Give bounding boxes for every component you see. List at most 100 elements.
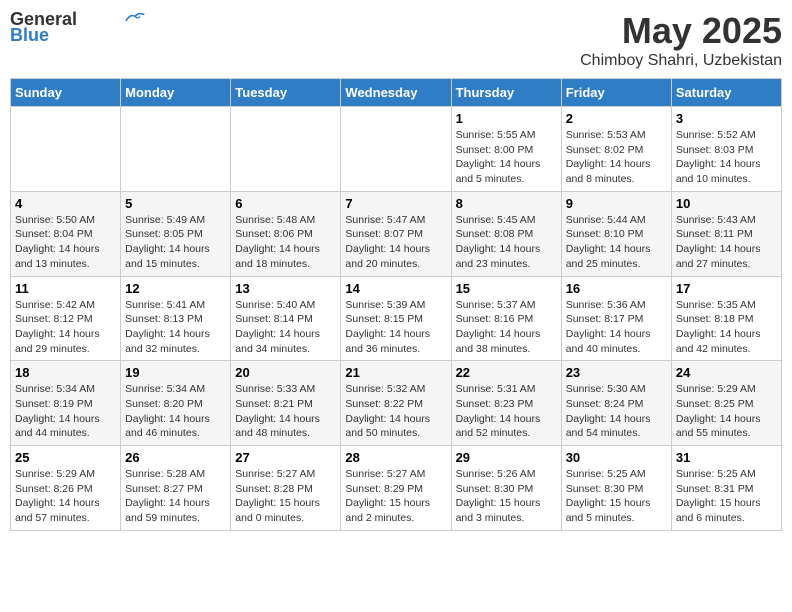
day-number: 13 — [235, 281, 336, 296]
day-info: Sunrise: 5:34 AMSunset: 8:19 PMDaylight:… — [15, 382, 116, 441]
calendar-cell: 25 Sunrise: 5:29 AMSunset: 8:26 PMDayligh… — [11, 446, 121, 531]
day-info: Sunrise: 5:45 AMSunset: 8:08 PMDaylight:… — [456, 213, 557, 272]
calendar-week-row: 1Sunrise: 5:55 AMSunset: 8:00 PMDaylight… — [11, 107, 782, 192]
day-number: 31 — [676, 450, 777, 465]
day-number: 10 — [676, 196, 777, 211]
calendar-subtitle: Chimboy Shahri, Uzbekistan — [580, 52, 782, 70]
day-number: 20 — [235, 365, 336, 380]
day-info: Sunrise: 5:32 AMSunset: 8:22 PMDaylight:… — [345, 382, 446, 441]
title-block: May 2025 Chimboy Shahri, Uzbekistan — [580, 10, 782, 70]
day-number: 26 — [125, 450, 226, 465]
logo-bird-icon — [125, 10, 145, 24]
day-number: 17 — [676, 281, 777, 296]
calendar-cell: 6 Sunrise: 5:48 AMSunset: 8:06 PMDaylight… — [231, 191, 341, 276]
calendar-week-row: 18 Sunrise: 5:34 AMSunset: 8:19 PMDayligh… — [11, 361, 782, 446]
logo-blue-text: Blue — [10, 26, 49, 46]
day-number: 22 — [456, 365, 557, 380]
day-info: Sunrise: 5:53 AMSunset: 8:02 PMDaylight:… — [566, 128, 667, 187]
day-info: Sunrise: 5:44 AMSunset: 8:10 PMDaylight:… — [566, 213, 667, 272]
day-info: Sunrise: 5:27 AMSunset: 8:29 PMDaylight:… — [345, 467, 446, 526]
calendar-table: SundayMondayTuesdayWednesdayThursdayFrid… — [10, 78, 782, 531]
calendar-cell — [11, 107, 121, 192]
day-header-wednesday: Wednesday — [341, 79, 451, 107]
day-number: 5 — [125, 196, 226, 211]
day-info: Sunrise: 5:42 AMSunset: 8:12 PMDaylight:… — [15, 298, 116, 357]
calendar-cell: 16 Sunrise: 5:36 AMSunset: 8:17 PMDayligh… — [561, 276, 671, 361]
calendar-cell: 10 Sunrise: 5:43 AMSunset: 8:11 PMDayligh… — [671, 191, 781, 276]
day-number: 29 — [456, 450, 557, 465]
day-header-friday: Friday — [561, 79, 671, 107]
day-info: Sunrise: 5:25 AMSunset: 8:31 PMDaylight:… — [676, 467, 777, 526]
calendar-cell: 3Sunrise: 5:52 AMSunset: 8:03 PMDaylight… — [671, 107, 781, 192]
calendar-cell — [121, 107, 231, 192]
day-number: 11 — [15, 281, 116, 296]
calendar-cell: 4 Sunrise: 5:50 AMSunset: 8:04 PMDaylight… — [11, 191, 121, 276]
day-number: 1 — [456, 111, 557, 126]
day-number: 18 — [15, 365, 116, 380]
day-info: Sunrise: 5:35 AMSunset: 8:18 PMDaylight:… — [676, 298, 777, 357]
day-number: 28 — [345, 450, 446, 465]
day-number: 23 — [566, 365, 667, 380]
calendar-cell: 18 Sunrise: 5:34 AMSunset: 8:19 PMDayligh… — [11, 361, 121, 446]
day-info: Sunrise: 5:26 AMSunset: 8:30 PMDaylight:… — [456, 467, 557, 526]
day-info: Sunrise: 5:33 AMSunset: 8:21 PMDaylight:… — [235, 382, 336, 441]
day-info: Sunrise: 5:52 AMSunset: 8:03 PMDaylight:… — [676, 128, 777, 187]
day-number: 4 — [15, 196, 116, 211]
calendar-cell: 22 Sunrise: 5:31 AMSunset: 8:23 PMDayligh… — [451, 361, 561, 446]
calendar-cell: 19 Sunrise: 5:34 AMSunset: 8:20 PMDayligh… — [121, 361, 231, 446]
day-number: 16 — [566, 281, 667, 296]
day-header-saturday: Saturday — [671, 79, 781, 107]
day-info: Sunrise: 5:43 AMSunset: 8:11 PMDaylight:… — [676, 213, 777, 272]
day-number: 19 — [125, 365, 226, 380]
calendar-week-row: 4 Sunrise: 5:50 AMSunset: 8:04 PMDaylight… — [11, 191, 782, 276]
calendar-cell — [231, 107, 341, 192]
day-header-monday: Monday — [121, 79, 231, 107]
day-info: Sunrise: 5:48 AMSunset: 8:06 PMDaylight:… — [235, 213, 336, 272]
calendar-cell: 23 Sunrise: 5:30 AMSunset: 8:24 PMDayligh… — [561, 361, 671, 446]
day-info: Sunrise: 5:40 AMSunset: 8:14 PMDaylight:… — [235, 298, 336, 357]
day-info: Sunrise: 5:25 AMSunset: 8:30 PMDaylight:… — [566, 467, 667, 526]
calendar-header-row: SundayMondayTuesdayWednesdayThursdayFrid… — [11, 79, 782, 107]
calendar-week-row: 11 Sunrise: 5:42 AMSunset: 8:12 PMDayligh… — [11, 276, 782, 361]
calendar-cell: 2Sunrise: 5:53 AMSunset: 8:02 PMDaylight… — [561, 107, 671, 192]
day-info: Sunrise: 5:31 AMSunset: 8:23 PMDaylight:… — [456, 382, 557, 441]
day-info: Sunrise: 5:28 AMSunset: 8:27 PMDaylight:… — [125, 467, 226, 526]
calendar-cell: 5 Sunrise: 5:49 AMSunset: 8:05 PMDaylight… — [121, 191, 231, 276]
day-number: 9 — [566, 196, 667, 211]
day-info: Sunrise: 5:50 AMSunset: 8:04 PMDaylight:… — [15, 213, 116, 272]
calendar-cell: 12Sunrise: 5:41 AMSunset: 8:13 PMDayligh… — [121, 276, 231, 361]
calendar-cell: 13 Sunrise: 5:40 AMSunset: 8:14 PMDayligh… — [231, 276, 341, 361]
calendar-cell: 28 Sunrise: 5:27 AMSunset: 8:29 PMDayligh… — [341, 446, 451, 531]
calendar-body: 1Sunrise: 5:55 AMSunset: 8:00 PMDaylight… — [11, 107, 782, 531]
day-info: Sunrise: 5:47 AMSunset: 8:07 PMDaylight:… — [345, 213, 446, 272]
day-header-tuesday: Tuesday — [231, 79, 341, 107]
day-header-thursday: Thursday — [451, 79, 561, 107]
day-number: 25 — [15, 450, 116, 465]
day-number: 27 — [235, 450, 336, 465]
calendar-cell: 15Sunrise: 5:37 AMSunset: 8:16 PMDayligh… — [451, 276, 561, 361]
day-info: Sunrise: 5:37 AMSunset: 8:16 PMDaylight:… — [456, 298, 557, 357]
day-number: 24 — [676, 365, 777, 380]
day-info: Sunrise: 5:30 AMSunset: 8:24 PMDaylight:… — [566, 382, 667, 441]
calendar-week-row: 25 Sunrise: 5:29 AMSunset: 8:26 PMDayligh… — [11, 446, 782, 531]
calendar-cell: 26 Sunrise: 5:28 AMSunset: 8:27 PMDayligh… — [121, 446, 231, 531]
day-info: Sunrise: 5:49 AMSunset: 8:05 PMDaylight:… — [125, 213, 226, 272]
day-info: Sunrise: 5:29 AMSunset: 8:26 PMDaylight:… — [15, 467, 116, 526]
calendar-cell: 8Sunrise: 5:45 AMSunset: 8:08 PMDaylight… — [451, 191, 561, 276]
calendar-cell: 14Sunrise: 5:39 AMSunset: 8:15 PMDayligh… — [341, 276, 451, 361]
calendar-cell: 30 Sunrise: 5:25 AMSunset: 8:30 PMDayligh… — [561, 446, 671, 531]
day-number: 30 — [566, 450, 667, 465]
day-number: 7 — [345, 196, 446, 211]
calendar-cell: 7 Sunrise: 5:47 AMSunset: 8:07 PMDaylight… — [341, 191, 451, 276]
calendar-cell: 24 Sunrise: 5:29 AMSunset: 8:25 PMDayligh… — [671, 361, 781, 446]
calendar-cell: 29 Sunrise: 5:26 AMSunset: 8:30 PMDayligh… — [451, 446, 561, 531]
day-info: Sunrise: 5:29 AMSunset: 8:25 PMDaylight:… — [676, 382, 777, 441]
day-number: 21 — [345, 365, 446, 380]
logo: General Blue — [10, 10, 145, 46]
day-info: Sunrise: 5:27 AMSunset: 8:28 PMDaylight:… — [235, 467, 336, 526]
calendar-cell: 9 Sunrise: 5:44 AMSunset: 8:10 PMDaylight… — [561, 191, 671, 276]
day-number: 6 — [235, 196, 336, 211]
day-number: 14 — [345, 281, 446, 296]
day-info: Sunrise: 5:36 AMSunset: 8:17 PMDaylight:… — [566, 298, 667, 357]
day-info: Sunrise: 5:34 AMSunset: 8:20 PMDaylight:… — [125, 382, 226, 441]
